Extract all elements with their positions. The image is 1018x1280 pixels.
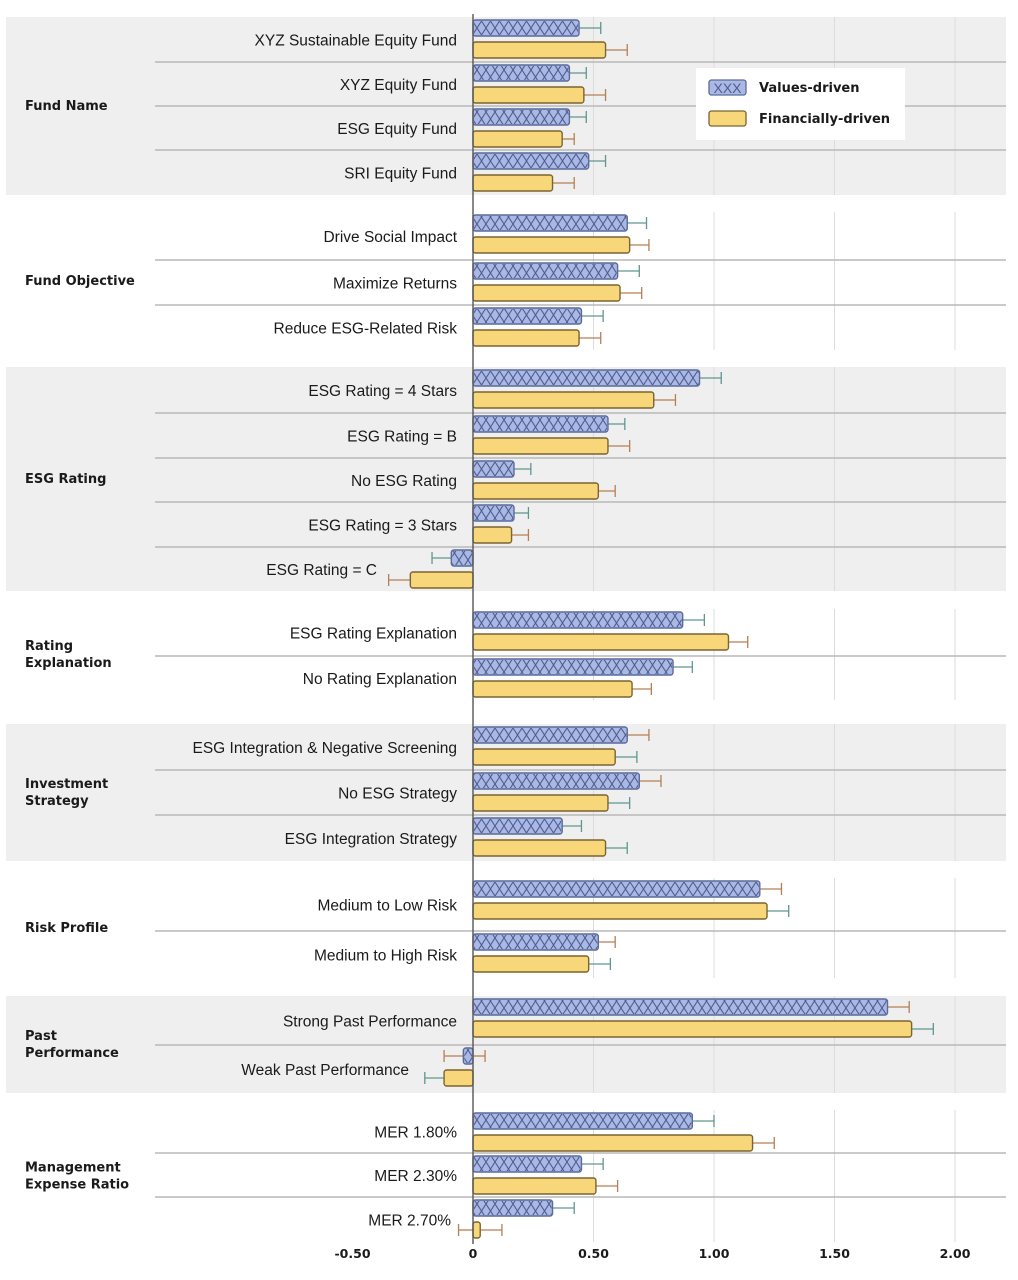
financially-driven-bar: [472, 437, 609, 455]
values-driven-bar-hatch: [474, 1000, 887, 1014]
group-label: Management: [25, 1161, 121, 1176]
values-driven-bar-hatch: [474, 154, 588, 168]
row-label: Medium to Low Risk: [317, 898, 457, 915]
group-label: Expense Ratio: [25, 1178, 129, 1193]
legend-swatch-financially-driven: [708, 110, 747, 127]
group-label: Rating: [25, 639, 73, 654]
row-label: ESG Rating Explanation: [290, 626, 457, 643]
row-label: Maximize Returns: [333, 276, 457, 293]
legend-label-values-driven: Values-driven: [759, 81, 860, 96]
legend-label-financially-driven: Financially-driven: [759, 112, 890, 127]
values-driven-bar-hatch: [474, 21, 579, 35]
row-label: ESG Equity Fund: [337, 121, 457, 138]
x-tick-label: 0.50: [578, 1246, 609, 1261]
x-tick-label: 0: [469, 1246, 478, 1261]
financially-driven-bar: [472, 794, 609, 812]
conjoint-bar-chart: Fund Name XYZ Sustainable Equity Fund XYZ …: [6, 14, 1006, 1261]
financially-driven-bar: [472, 130, 563, 148]
row-label: XYZ Sustainable Equity Fund: [255, 33, 457, 50]
values-driven-bar-hatch: [474, 728, 627, 742]
x-tick-label: -0.50: [334, 1246, 370, 1261]
financially-driven-bar: [472, 526, 513, 544]
values-driven-bar-hatch: [464, 1049, 472, 1063]
financially-driven-bar: [472, 329, 580, 347]
financially-driven-bar: [472, 1134, 754, 1152]
legend-box: [696, 68, 905, 140]
values-driven-bar-hatch: [474, 819, 562, 833]
x-tick-label: 1.50: [819, 1246, 850, 1261]
row-label: ESG Rating = B: [347, 429, 457, 446]
values-driven-bar-hatch: [474, 935, 598, 949]
financially-driven-bar: [409, 571, 474, 589]
group-label: Performance: [25, 1046, 119, 1061]
values-driven-bar-hatch: [474, 309, 581, 323]
financially-driven-bar: [472, 955, 590, 973]
group-label: Fund Objective: [25, 274, 135, 289]
values-driven-bar-hatch: [474, 216, 627, 230]
financially-driven-bar: [472, 839, 607, 857]
financially-driven-bar: [472, 284, 621, 302]
row-label: Medium to High Risk: [314, 948, 457, 965]
group-label: Risk Profile: [25, 921, 108, 936]
values-driven-bar-hatch: [474, 882, 759, 896]
financially-driven-bar: [472, 633, 730, 651]
row-label: Reduce ESG-Related Risk: [274, 321, 458, 338]
values-driven-bar-hatch: [452, 551, 472, 565]
values-driven-bar-hatch: [474, 1201, 552, 1215]
group-label: Fund Name: [25, 99, 108, 114]
financially-driven-bar: [472, 236, 631, 254]
values-driven-bar-hatch: [474, 66, 569, 80]
row-label: ESG Rating = C: [266, 562, 377, 579]
row-label: MER 2.70%: [368, 1213, 451, 1230]
financially-driven-bar: [443, 1069, 474, 1087]
legend-swatch-text: XXX: [713, 80, 742, 96]
row-label: ESG Integration & Negative Screening: [192, 740, 457, 757]
values-driven-bar-hatch: [474, 506, 513, 520]
financially-driven-bar: [472, 1177, 597, 1195]
financially-driven-bar: [472, 391, 655, 409]
financially-driven-bar: [472, 86, 585, 104]
row-label: MER 2.30%: [374, 1168, 457, 1185]
row-label: MER 1.80%: [374, 1125, 457, 1142]
values-driven-bar-hatch: [474, 264, 617, 278]
row-label: ESG Integration Strategy: [285, 831, 458, 848]
financially-driven-bar: [472, 41, 607, 59]
financially-driven-bar: [472, 1020, 913, 1038]
group-label: Explanation: [25, 656, 112, 671]
x-tick-label: 2.00: [940, 1246, 971, 1261]
values-driven-bar-hatch: [474, 613, 682, 627]
row-label: SRI Equity Fund: [344, 166, 457, 183]
values-driven-bar-hatch: [474, 660, 673, 674]
row-label: No ESG Rating: [351, 473, 457, 490]
group-label: Investment: [25, 777, 108, 792]
values-driven-bar-hatch: [474, 371, 699, 385]
row-label: Strong Past Performance: [283, 1014, 457, 1031]
values-driven-bar-hatch: [474, 1114, 692, 1128]
financially-driven-bar: [472, 482, 600, 500]
row-label: XYZ Equity Fund: [340, 77, 457, 94]
row-label: No Rating Explanation: [303, 671, 457, 688]
values-driven-bar-hatch: [474, 110, 569, 124]
values-driven-bar-hatch: [474, 1157, 581, 1171]
financially-driven-bar: [472, 174, 554, 192]
values-driven-bar-hatch: [474, 417, 607, 431]
financially-driven-bar: [472, 1221, 481, 1239]
group-label: ESG Rating: [25, 472, 106, 487]
row-label: No ESG Strategy: [338, 786, 457, 803]
row-label: ESG Rating = 4 Stars: [308, 383, 457, 400]
financially-driven-bar: [472, 748, 616, 766]
x-tick-label: 1.00: [699, 1246, 730, 1261]
group-label: Past: [25, 1029, 57, 1044]
values-driven-bar-hatch: [474, 462, 513, 476]
group-label: Strategy: [25, 794, 89, 809]
row-label: Drive Social Impact: [323, 229, 457, 246]
financially-driven-bar: [472, 680, 633, 698]
row-label: Weak Past Performance: [241, 1062, 409, 1079]
x-axis-ticks: -0.50 0 0.50 1.00 1.50 2.00: [334, 1246, 970, 1261]
financially-driven-bar: [472, 902, 768, 920]
row-label: ESG Rating = 3 Stars: [308, 518, 457, 535]
legend: XXX Values-driven Financially-driven: [696, 68, 905, 140]
values-driven-bar-hatch: [474, 774, 639, 788]
